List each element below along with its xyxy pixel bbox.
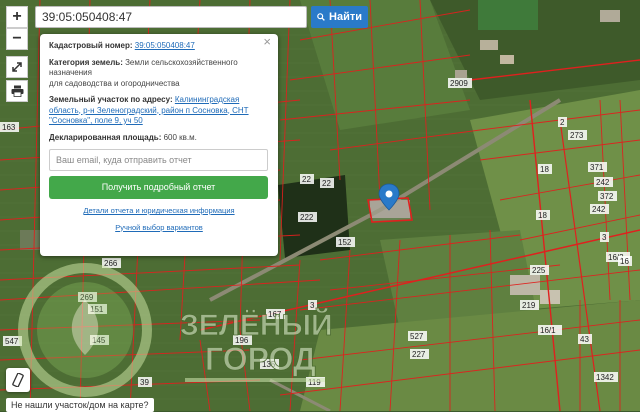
address-label: Земельный участок по адресу: xyxy=(49,95,173,104)
parcel-number-label[interactable]: 18 xyxy=(540,165,549,174)
parcel-number-label[interactable]: 273 xyxy=(570,131,584,140)
category-usage: для садоводства и огородничества xyxy=(49,78,180,88)
parcel-number-label[interactable]: 22 xyxy=(302,175,311,184)
parcel-number-label[interactable]: 16/1 xyxy=(540,326,556,335)
parcel-number-label[interactable]: 43 xyxy=(580,335,589,344)
search-icon xyxy=(317,13,325,21)
area-value: 600 кв.м. xyxy=(163,132,197,142)
parcel-number-label[interactable]: 3 xyxy=(602,233,607,242)
parcel-number-label[interactable]: 39 xyxy=(140,378,149,387)
parcel-number-label[interactable]: 547 xyxy=(5,337,19,346)
close-icon[interactable]: × xyxy=(263,35,271,47)
parcel-number-label[interactable]: 242 xyxy=(592,205,606,214)
get-report-button[interactable]: Получить подробный отчет xyxy=(49,176,268,199)
cadastral-number-link[interactable]: 39:05:050408:47 xyxy=(135,41,195,50)
search-button-label: Найти xyxy=(329,11,362,23)
watermark-line1: ЗЕЛЁНЫЙ xyxy=(180,308,333,342)
expand-icon xyxy=(12,62,22,72)
cadastral-label: Кадастровый номер: xyxy=(49,41,133,50)
zoom-in-button[interactable]: + xyxy=(6,6,28,28)
printer-icon xyxy=(11,85,23,97)
parcel-info-popup: × Кадастровый номер: 39:05:050408:47 Кат… xyxy=(40,34,278,256)
watermark-line2: ГОРОД xyxy=(205,341,316,377)
area-row: Декларированная площадь: 600 кв.м. xyxy=(49,133,269,144)
parcel-number-label[interactable]: 225 xyxy=(532,266,546,275)
parcel-number-label[interactable]: 16 xyxy=(620,257,629,266)
parcel-number-label[interactable]: 22 xyxy=(322,179,331,188)
parcel-number-label[interactable]: 219 xyxy=(522,301,536,310)
area-label: Декларированная площадь: xyxy=(49,132,162,142)
ruler-icon xyxy=(12,373,24,387)
parcel-number-label[interactable]: 2909 xyxy=(450,79,468,88)
ruler-button[interactable] xyxy=(6,368,30,392)
parcel-number-label[interactable]: 222 xyxy=(300,213,314,222)
email-field[interactable] xyxy=(49,149,268,171)
zoom-out-button[interactable]: − xyxy=(6,28,28,50)
fullscreen-button[interactable] xyxy=(6,56,28,78)
parcel-number-label[interactable]: 227 xyxy=(412,350,426,359)
category-row: Категория земель: Земли сельскохозяйстве… xyxy=(49,58,269,90)
parcel-number-label[interactable]: 372 xyxy=(600,192,614,201)
parcel-number-label[interactable]: 2 xyxy=(560,118,565,127)
cadastral-row: Кадастровый номер: 39:05:050408:47 xyxy=(49,41,269,52)
parcel-number-label[interactable]: 18 xyxy=(538,211,547,220)
category-label: Категория земель: xyxy=(49,57,123,67)
help-prompt[interactable]: Не нашли участок/дом на карте? xyxy=(6,398,154,412)
print-button[interactable] xyxy=(6,80,28,102)
parcel-number-label[interactable]: 152 xyxy=(338,238,352,247)
search-button[interactable]: Найти xyxy=(311,6,368,28)
parcel-number-label[interactable]: 163 xyxy=(2,123,16,132)
search-input[interactable] xyxy=(35,6,307,28)
parcel-number-label[interactable]: 1342 xyxy=(596,373,614,382)
manual-selection-link[interactable]: Ручной выбор вариантов xyxy=(115,223,203,232)
parcel-number-label[interactable]: 242 xyxy=(596,178,610,187)
address-row: Земельный участок по адресу: Калининград… xyxy=(49,95,269,127)
parcel-number-label[interactable]: 371 xyxy=(590,163,604,172)
report-details-link[interactable]: Детали отчета и юридическая информация xyxy=(83,206,234,215)
parcel-number-label[interactable]: 527 xyxy=(410,332,424,341)
